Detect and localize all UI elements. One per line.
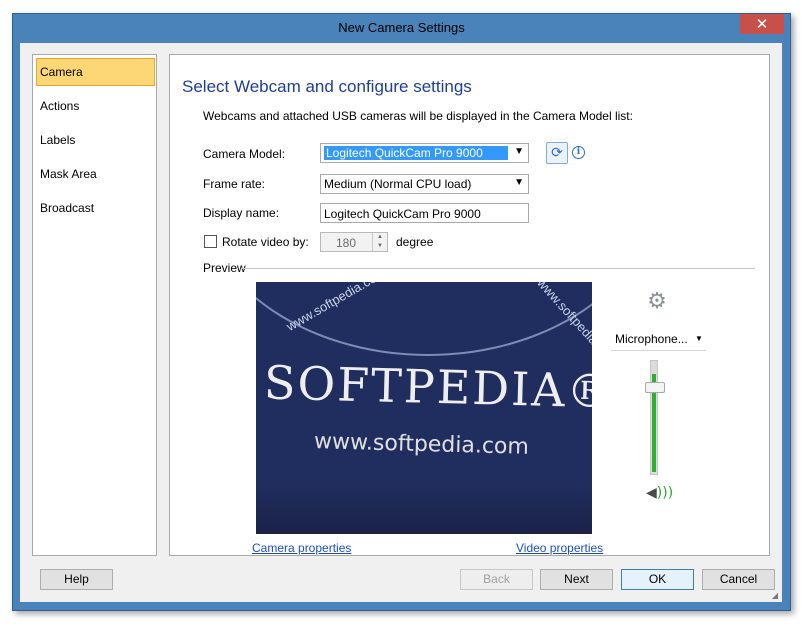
microphone-value: Microphone... [615, 332, 688, 346]
video-preview: www.softpedia.com www.softpedia SOFTPEDI… [256, 282, 592, 534]
video-brand-text: SOFTPEDIA® [263, 355, 592, 419]
info-icon[interactable]: i [572, 146, 585, 159]
intro-text: Webcams and attached USB cameras will be… [203, 109, 633, 123]
rotate-degree-value: 180 [335, 236, 357, 250]
video-url-text: www.softpedia.com [313, 429, 530, 460]
video-shading [256, 482, 592, 534]
camera-model-value: Logitech QuickCam Pro 9000 [324, 146, 508, 160]
video-properties-link[interactable]: Video properties [516, 541, 603, 555]
refresh-button[interactable]: ⟳ [546, 142, 568, 164]
dialog-window: New Camera Settings ✕ Camera Actions Lab… [12, 13, 791, 611]
chevron-down-icon: ▼ [695, 334, 703, 343]
frame-rate-value: Medium (Normal CPU load) [324, 177, 472, 191]
preview-label: Preview [203, 261, 246, 275]
sidebar-item-broadcast[interactable]: Broadcast [36, 194, 155, 222]
help-button[interactable]: Help [40, 569, 113, 590]
frame-rate-label: Frame rate: [203, 177, 266, 191]
chevron-down-icon: ▼ [514, 177, 524, 188]
sidebar-item-labels[interactable]: Labels [36, 126, 155, 154]
dialog-client: Camera Actions Labels Mask Area Broadcas… [20, 43, 782, 602]
title-bar[interactable]: New Camera Settings ✕ [13, 14, 790, 42]
sidebar: Camera Actions Labels Mask Area Broadcas… [32, 54, 157, 556]
page-title: Select Webcam and configure settings [182, 77, 472, 96]
camera-model-label: Camera Model: [203, 147, 286, 161]
resize-grip[interactable]: ◢ [772, 591, 778, 600]
rotate-video-label: Rotate video by: [222, 235, 309, 249]
camera-model-select[interactable]: Logitech QuickCam Pro 9000 ▼ [320, 143, 529, 163]
window-title: New Camera Settings [338, 20, 465, 35]
preview-divider [242, 268, 755, 269]
cancel-button[interactable]: Cancel [702, 569, 775, 590]
sidebar-item-camera[interactable]: Camera [36, 58, 155, 86]
display-name-label: Display name: [203, 206, 280, 220]
back-button[interactable]: Back [460, 569, 533, 590]
volume-slider-thumb[interactable] [645, 382, 665, 393]
sidebar-item-actions[interactable]: Actions [36, 92, 155, 120]
refresh-icon: ⟳ [551, 145, 563, 161]
rotate-video-checkbox[interactable] [204, 235, 217, 248]
display-name-field[interactable]: Logitech QuickCam Pro 9000 [320, 203, 529, 223]
next-button[interactable]: Next [540, 569, 613, 590]
sidebar-item-mask-area[interactable]: Mask Area [36, 160, 155, 188]
camera-properties-link[interactable]: Camera properties [252, 541, 351, 555]
speaker-icon[interactable]: ◀))) [646, 485, 673, 501]
degree-unit-label: degree [396, 235, 434, 249]
gear-icon[interactable]: ⚙ [646, 291, 668, 313]
chevron-down-icon: ▼ [514, 146, 524, 157]
camera-settings-panel: Select Webcam and configure settings Web… [169, 54, 770, 556]
frame-rate-select[interactable]: Medium (Normal CPU load) ▼ [320, 174, 529, 194]
ok-button[interactable]: OK [621, 569, 694, 590]
close-button[interactable]: ✕ [740, 14, 784, 34]
close-icon: ✕ [755, 15, 769, 33]
stepper-arrows[interactable]: ▲ ▼ [372, 233, 387, 251]
rotate-degree-stepper[interactable]: 180 ▲ ▼ [320, 232, 388, 252]
microphone-select[interactable]: Microphone... ▼ [611, 328, 706, 351]
